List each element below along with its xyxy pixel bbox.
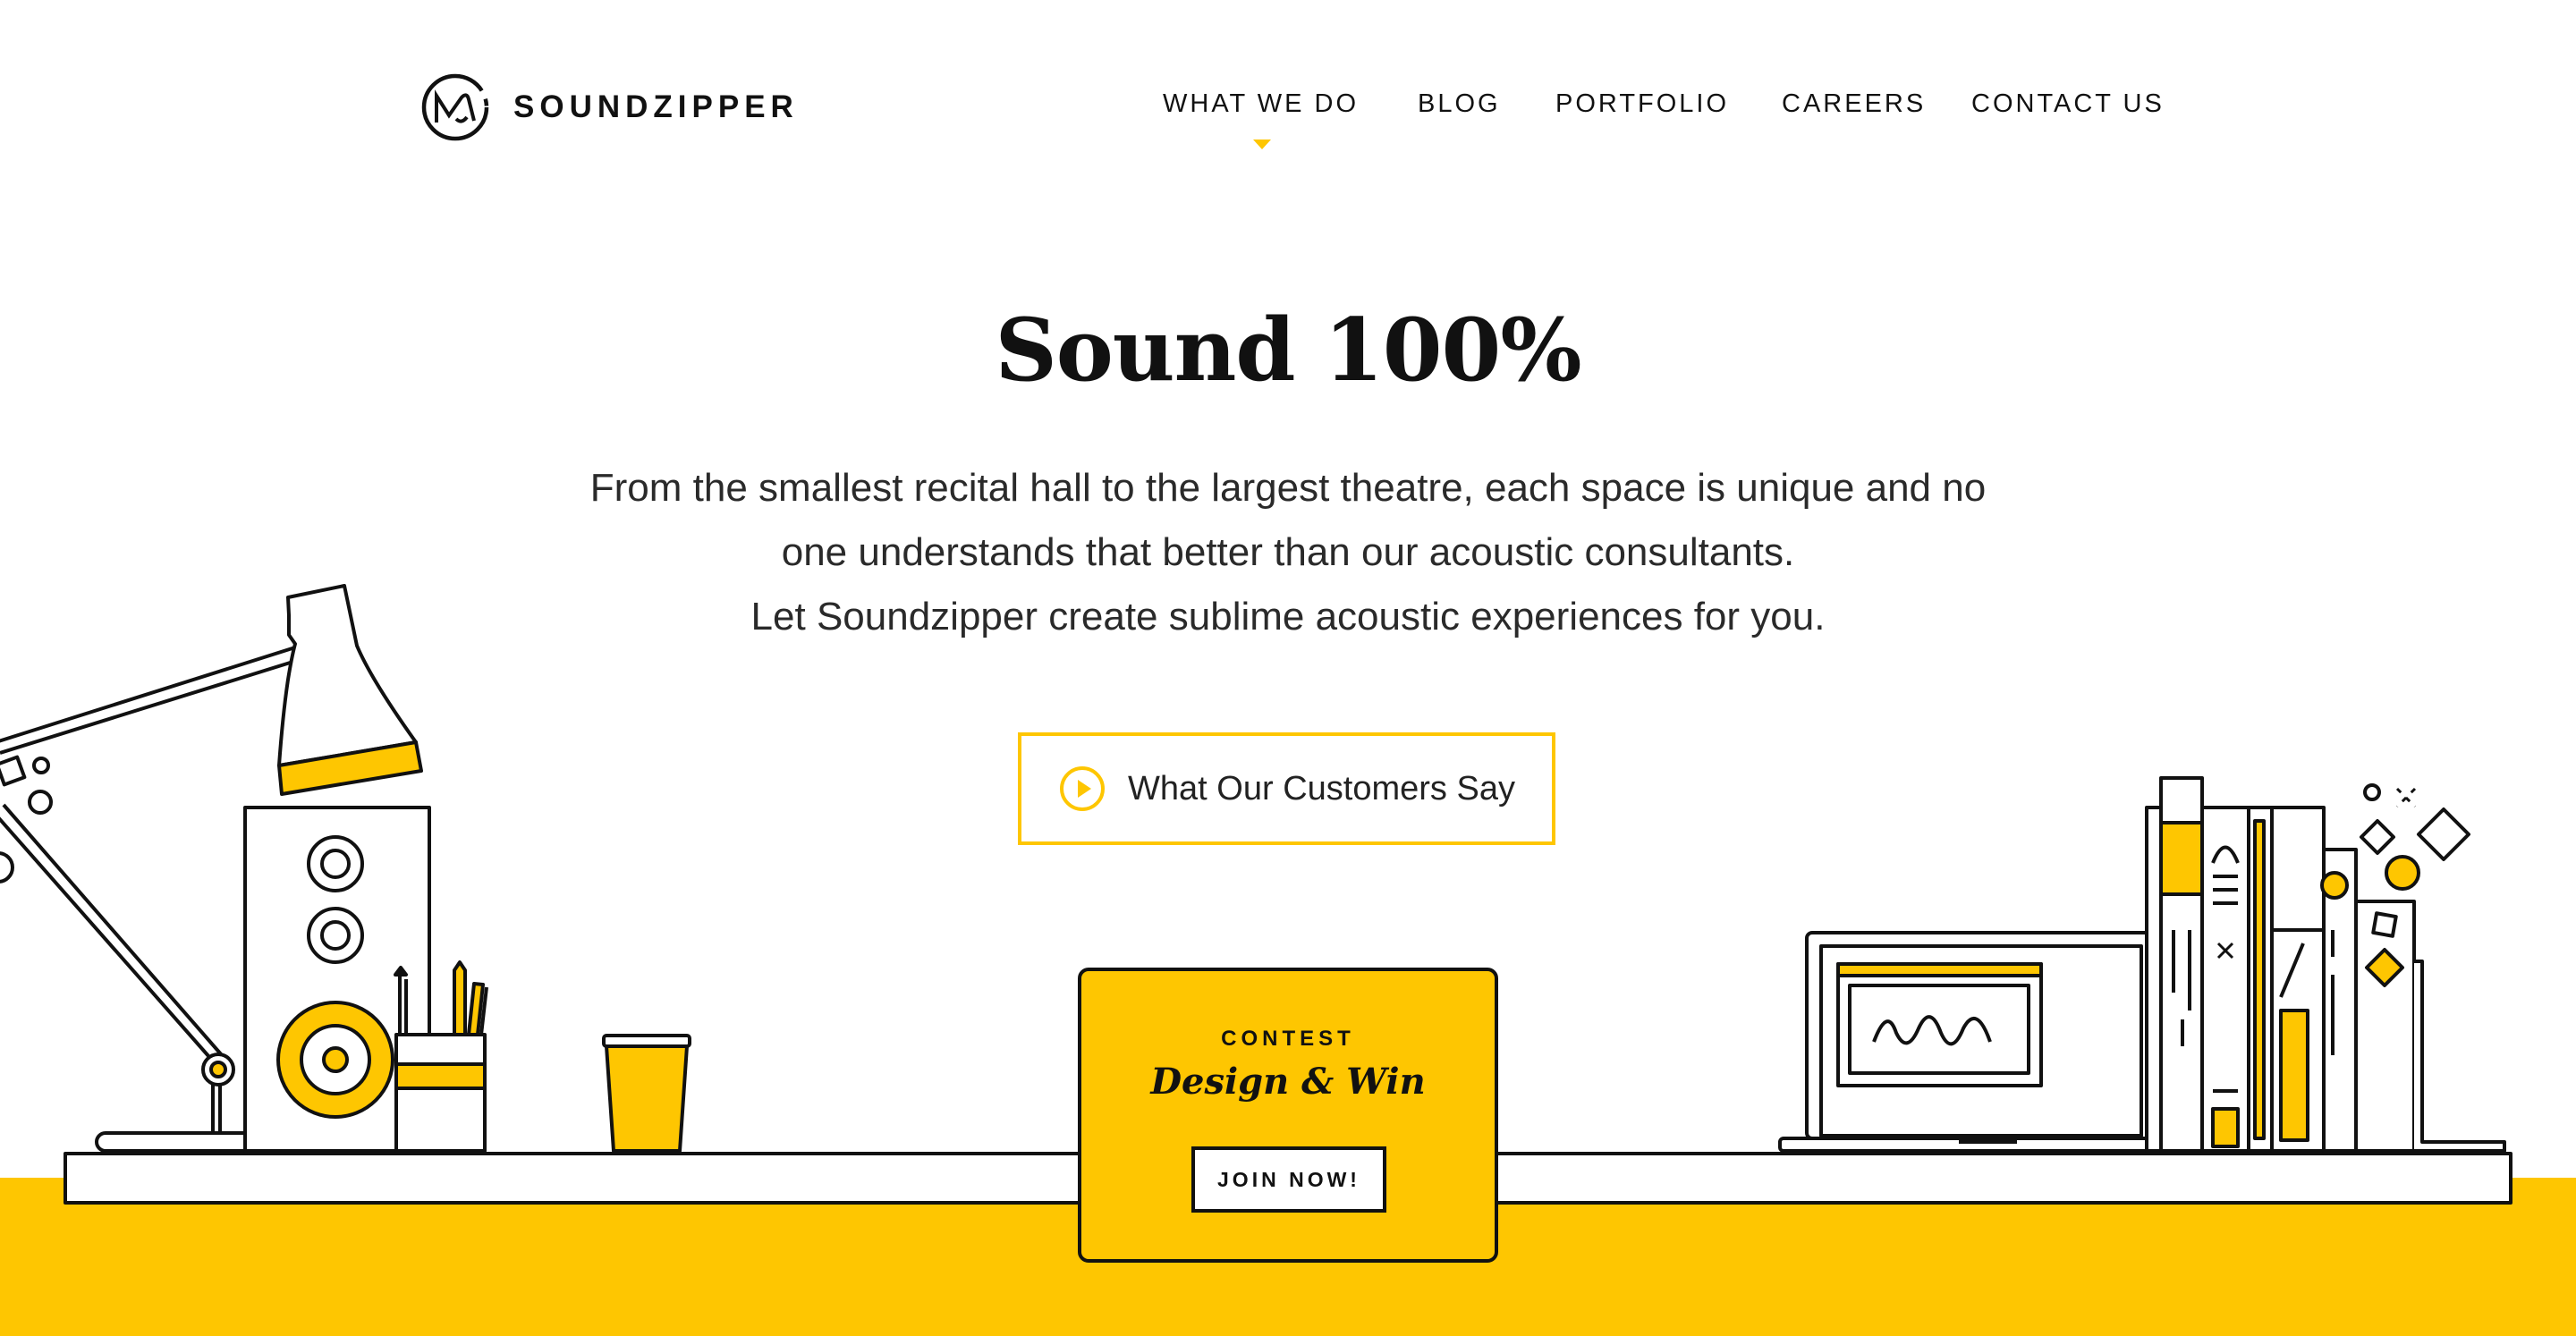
contest-title: Design & Win <box>1150 1061 1426 1103</box>
join-now-button[interactable]: JOIN NOW! <box>1191 1146 1386 1213</box>
contest-kicker: CONTEST <box>1221 1027 1355 1051</box>
contest-card: CONTEST Design & Win JOIN NOW! <box>1078 968 1498 1263</box>
paper-cup-icon <box>602 1034 691 1153</box>
laptop-icon <box>1778 931 2189 1153</box>
confetti-icons <box>2360 783 2470 891</box>
